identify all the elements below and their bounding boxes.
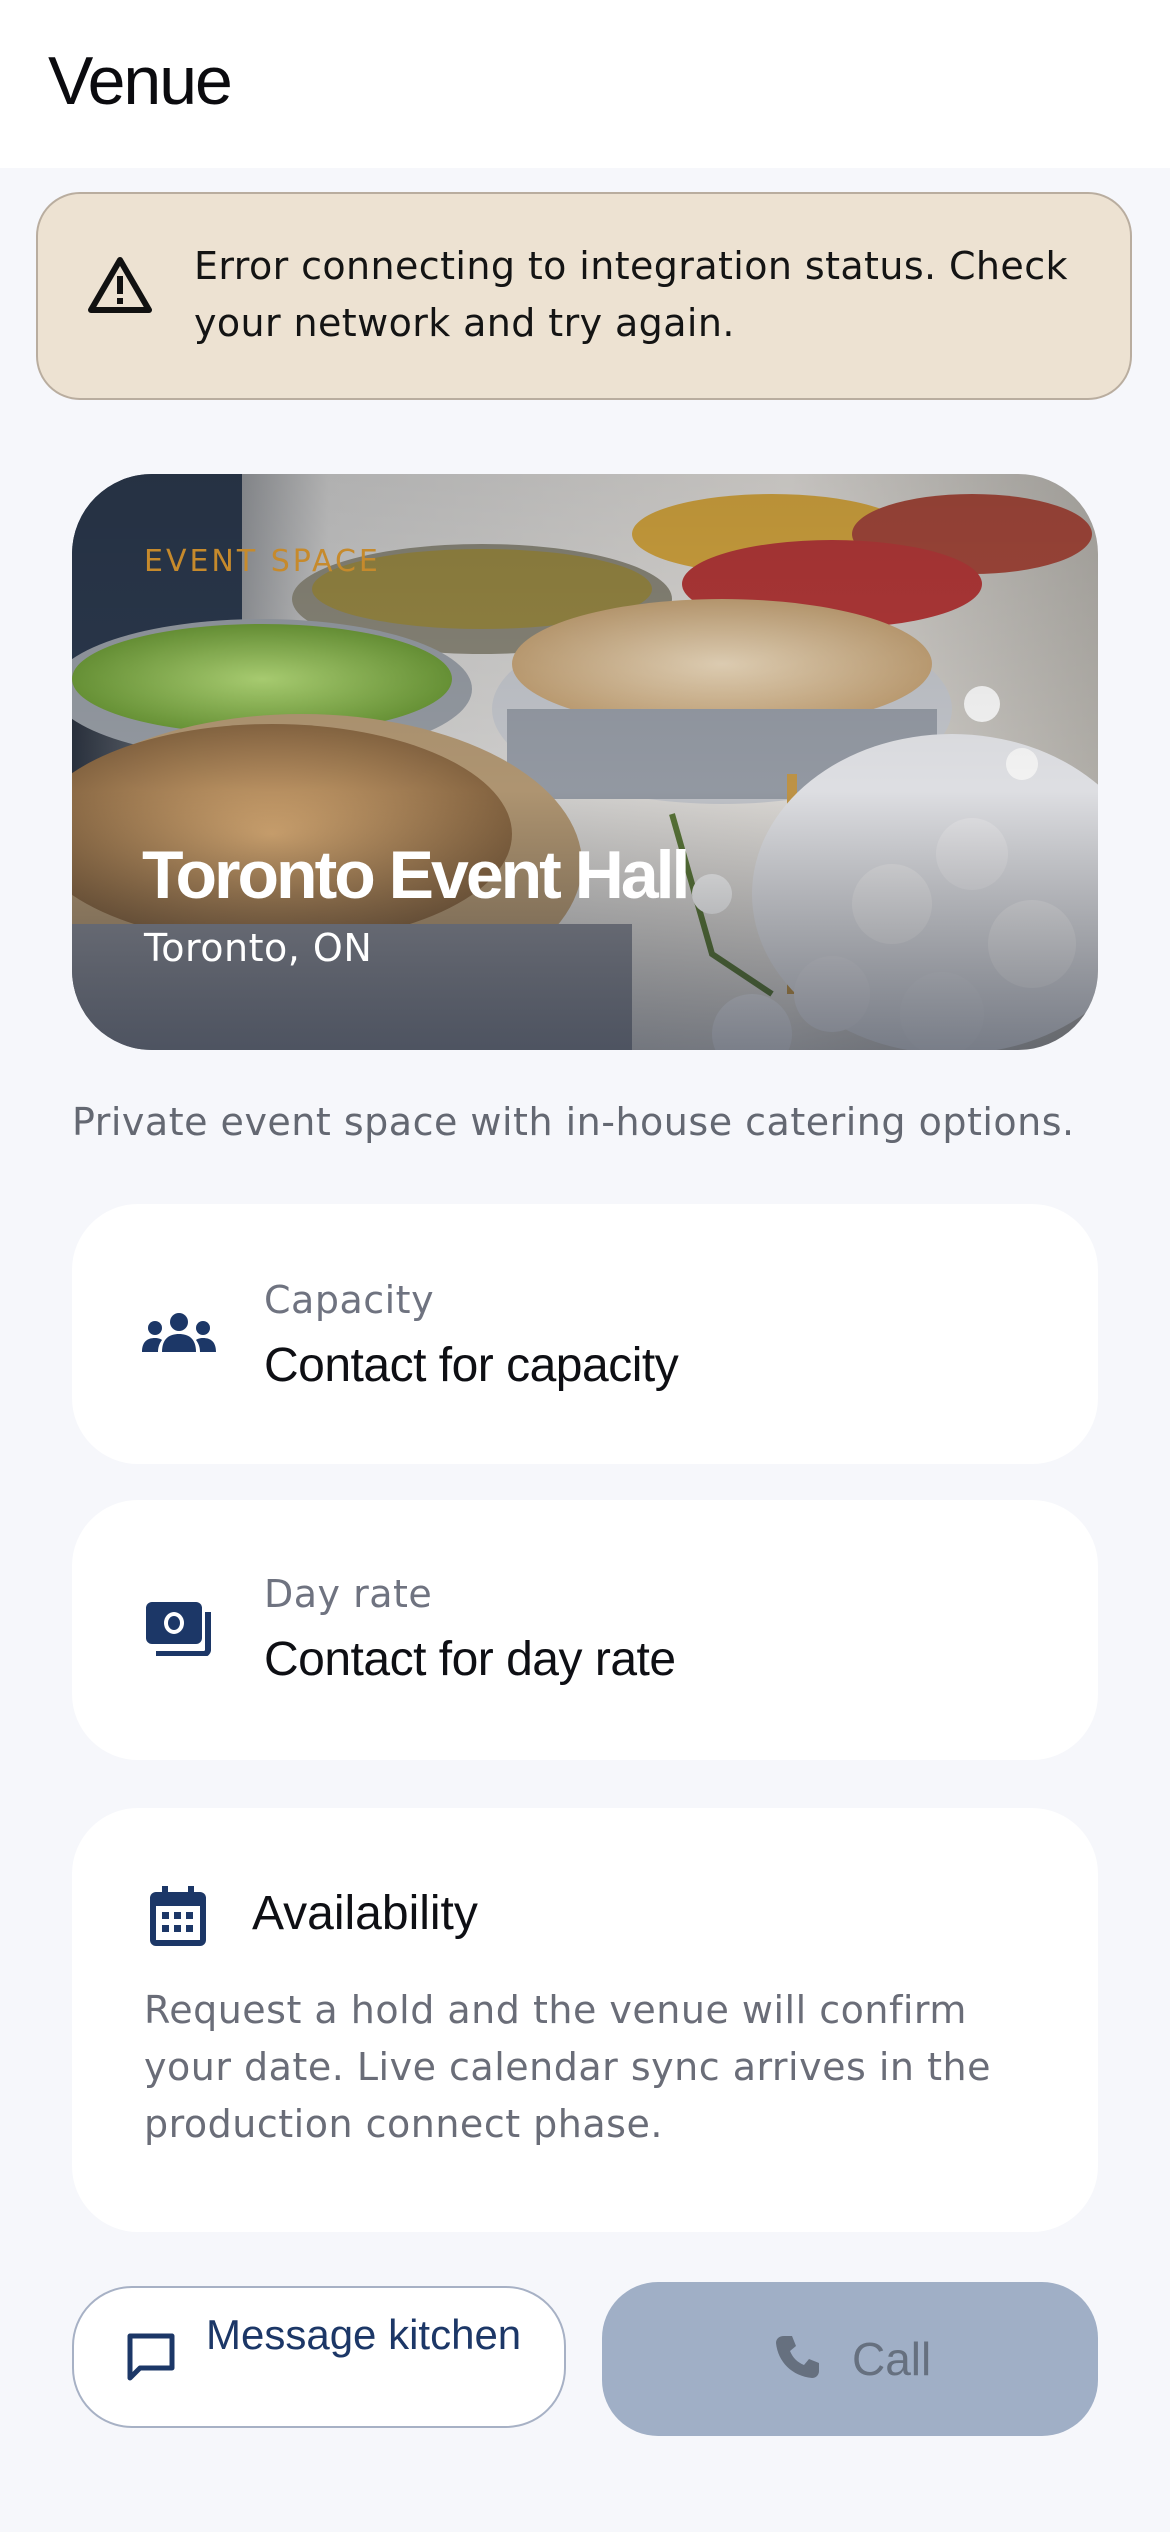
call-label: Call	[852, 2333, 932, 2385]
calendar-icon	[150, 1886, 206, 1946]
phone-icon	[776, 2336, 819, 2378]
venue-location: Toronto, ON	[144, 926, 373, 970]
warning-icon	[88, 257, 152, 313]
message-kitchen-label: Message kitchen	[206, 2311, 522, 2358]
call-button[interactable]: Call	[602, 2282, 1098, 2436]
chat-icon	[127, 2333, 175, 2381]
error-banner: Error connecting to integration status. …	[36, 192, 1132, 400]
group-icon	[142, 1313, 216, 1352]
day-rate-label: Day rate	[264, 1572, 433, 1616]
venue-name: Toronto Event Hall	[142, 837, 690, 913]
capacity-card: Capacity Contact for capacity	[72, 1204, 1098, 1464]
availability-description: Request a hold and the venue will confir…	[144, 1988, 991, 2146]
money-icon	[146, 1602, 211, 1656]
day-rate-card: Day rate Contact for day rate	[72, 1500, 1098, 1760]
message-kitchen-button[interactable]: Message kitchen	[72, 2286, 566, 2428]
venue-type-kicker: EVENT SPACE	[144, 544, 381, 579]
error-message: Error connecting to integration status. …	[194, 244, 1068, 345]
venue-description: Private event space with in-house cateri…	[72, 1100, 1075, 1144]
capacity-value: Contact for capacity	[264, 1339, 679, 1392]
page-title: Venue	[48, 43, 233, 119]
capacity-label: Capacity	[264, 1278, 435, 1322]
availability-title: Availability	[252, 1887, 478, 1940]
venue-hero-card[interactable]: EVENT SPACE Toronto Event Hall Toronto, …	[72, 474, 1098, 1050]
day-rate-value: Contact for day rate	[264, 1633, 676, 1686]
app-header: Venue	[0, 0, 1170, 168]
availability-card: Availability Request a hold and the venu…	[72, 1808, 1098, 2232]
